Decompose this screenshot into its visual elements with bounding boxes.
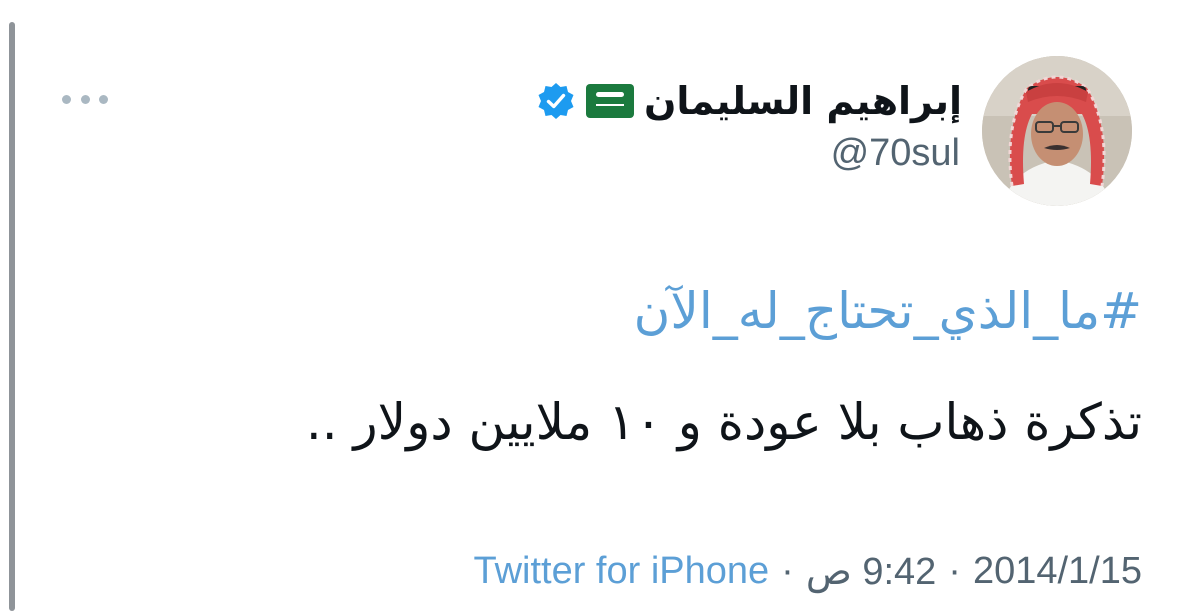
meta-separator: · <box>948 549 961 592</box>
avatar-photo-icon <box>982 56 1132 206</box>
avatar[interactable] <box>982 56 1132 206</box>
more-dot-icon <box>62 94 71 104</box>
more-options-button[interactable] <box>62 90 108 108</box>
flag-saudi-arabia-icon <box>585 84 634 118</box>
meta-separator: · <box>781 549 794 592</box>
tweet-date[interactable]: 2014/1/15 <box>973 550 1142 593</box>
more-dot-icon <box>80 94 90 104</box>
tweet-meta: Twitter for iPhone · 9:42 ص · 2014/1/15 <box>473 546 1142 596</box>
tweet-source-link[interactable]: Twitter for iPhone <box>473 550 769 593</box>
tweet-time[interactable]: 9:42 ص <box>806 549 936 594</box>
tweet-text: تذكرة ذهاب بلا عودة و ١٠ ملايين دولار .. <box>305 393 1142 451</box>
user-handle[interactable]: @70sul <box>831 132 960 175</box>
more-dot-icon <box>99 94 108 104</box>
verified-badge-icon <box>538 83 574 119</box>
hashtag-link[interactable]: #ما_الذي_تحتاج_له_الآن <box>634 282 1142 340</box>
display-name: إبراهيم السليمان <box>643 79 962 123</box>
left-border-bar <box>9 22 15 611</box>
author-name-row[interactable]: إبراهيم السليمان <box>536 76 962 126</box>
